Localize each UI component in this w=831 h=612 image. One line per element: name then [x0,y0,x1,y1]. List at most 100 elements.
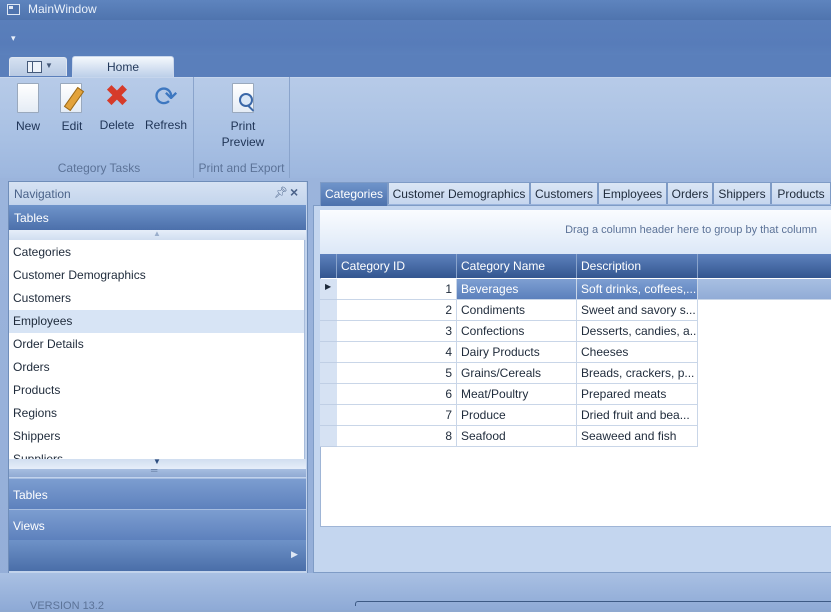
cell-category-id[interactable]: 1 [337,279,457,300]
qat-dropdown-icon[interactable]: ▾ [11,33,16,44]
cell-category-id[interactable]: 6 [337,384,457,405]
table-row[interactable]: 3 Confections Desserts, candies, a... [320,321,831,342]
window-title: MainWindow [28,2,97,16]
column-header-category-name[interactable]: Category Name [457,254,577,278]
refresh-button-label: Refresh [145,118,188,132]
nav-button-label: Views [13,519,45,533]
table-row[interactable]: 7 Produce Dried fruit and bea... [320,405,831,426]
close-icon[interactable]: × [290,184,298,200]
cell-description[interactable]: Seaweed and fish [577,426,698,447]
chevron-down-icon: ▼ [45,61,53,70]
print-preview-label-2: Preview [221,135,265,149]
scroll-up-icon: ▲ [153,229,161,238]
table-row[interactable]: 2 Condiments Sweet and savory s... [320,300,831,321]
column-header-category-id[interactable]: Category ID [337,254,457,278]
cell-description[interactable]: Dried fruit and bea... [577,405,698,426]
cell-category-name[interactable]: Seafood [457,426,577,447]
row-indicator: ▶ [320,279,337,300]
cell-category-id[interactable]: 7 [337,405,457,426]
cell-category-name[interactable]: Grains/Cereals [457,363,577,384]
nav-item-shippers[interactable]: Shippers [9,425,304,448]
cell-category-name[interactable]: Produce [457,405,577,426]
pane-splitter[interactable]: ═ [9,465,306,477]
nav-item-customer-demographics[interactable]: Customer Demographics [9,264,304,287]
edit-button[interactable]: Edit [56,82,88,133]
navigation-section-header: Tables [9,205,306,230]
app-menu-button[interactable]: ▼ [9,57,67,76]
print-preview-label-1: Print [230,119,256,133]
cell-category-id[interactable]: 5 [337,363,457,384]
cell-description[interactable]: Desserts, candies, a... [577,321,698,342]
title-bar: MainWindow [0,0,831,20]
navigation-header: Navigation 📌︎ × [9,182,306,204]
print-preview-icon [227,83,259,115]
grid-header-row: Category ID Category Name Description [320,254,831,278]
tab-customer-demographics[interactable]: Customer Demographics [388,182,530,204]
cell-category-name[interactable]: Meat/Poultry [457,384,577,405]
new-button-label: New [15,119,40,133]
table-row[interactable]: 6 Meat/Poultry Prepared meats [320,384,831,405]
cell-description[interactable]: Sweet and savory s... [577,300,698,321]
tab-products[interactable]: Products [771,182,831,204]
scroll-down-button[interactable]: ▼ [9,457,306,469]
navigation-footer: ▶ [9,540,306,571]
app-icon[interactable] [7,4,20,15]
row-indicator [320,321,337,342]
nav-button-views[interactable]: Views [9,509,306,540]
print-preview-button[interactable]: Print Preview [218,82,268,149]
tab-shippers[interactable]: Shippers [713,182,771,204]
scroll-up-button[interactable]: ▲ [9,229,306,240]
cell-empty [698,279,831,300]
cell-category-id[interactable]: 8 [337,426,457,447]
app-menu-icon [27,61,42,73]
group-panel[interactable]: Drag a column header here to group by th… [320,210,831,254]
row-indicator [320,300,337,321]
pin-icon[interactable]: 📌︎ [274,186,288,199]
nav-item-employees[interactable]: Employees [9,310,304,333]
nav-item-customers[interactable]: Customers [9,287,304,310]
cell-description[interactable]: Soft drinks, coffees,... [577,279,698,300]
nav-button-tables[interactable]: Tables [9,478,306,509]
cell-category-name[interactable]: Condiments [457,300,577,321]
nav-item-regions[interactable]: Regions [9,402,304,425]
nav-button-label: Tables [13,488,48,502]
tab-home[interactable]: Home [72,56,174,78]
nav-item-products[interactable]: Products [9,379,304,402]
cell-category-id[interactable]: 4 [337,342,457,363]
tab-categories[interactable]: Categories [320,182,388,206]
status-divider [355,601,831,606]
new-button[interactable]: New [12,82,44,133]
expand-arrow-icon[interactable]: ▶ [291,549,298,560]
table-row[interactable]: 8 Seafood Seaweed and fish [320,426,831,447]
cell-category-name[interactable]: Beverages [457,279,577,300]
table-row[interactable]: ▶ 1 Beverages Soft drinks, coffees,... [320,279,831,300]
cell-description[interactable]: Breads, crackers, p... [577,363,698,384]
edit-button-label: Edit [61,119,83,133]
refresh-button[interactable]: ⟳ Refresh [145,80,188,133]
delete-icon: ✖ [104,79,130,114]
splitter-grip-icon: ═ [151,465,158,475]
status-bar: VERSION 13.2 [0,573,831,612]
refresh-icon: ⟳ [154,80,178,113]
table-row[interactable]: 4 Dairy Products Cheeses [320,342,831,363]
column-header-description[interactable]: Description [577,254,698,278]
row-indicator-icon: ▶ [325,282,332,291]
cell-category-name[interactable]: Dairy Products [457,342,577,363]
tab-customers[interactable]: Customers [530,182,598,204]
cell-category-name[interactable]: Confections [457,321,577,342]
cell-description[interactable]: Prepared meats [577,384,698,405]
cell-category-id[interactable]: 2 [337,300,457,321]
group-hint-text: Drag a column header here to group by th… [565,224,817,236]
cell-description[interactable]: Cheeses [577,342,698,363]
nav-item-orders[interactable]: Orders [9,356,304,379]
cell-category-id[interactable]: 3 [337,321,457,342]
nav-item-order-details[interactable]: Order Details [9,333,304,356]
table-row[interactable]: 5 Grains/Cereals Breads, crackers, p... [320,363,831,384]
row-indicator [320,342,337,363]
tab-orders[interactable]: Orders [667,182,713,204]
document-tabs: Categories Customer Demographics Custome… [320,182,831,206]
delete-button[interactable]: ✖ Delete [98,79,136,133]
header-indicator [320,254,337,278]
nav-item-categories[interactable]: Categories [9,241,304,264]
tab-employees[interactable]: Employees [598,182,667,204]
